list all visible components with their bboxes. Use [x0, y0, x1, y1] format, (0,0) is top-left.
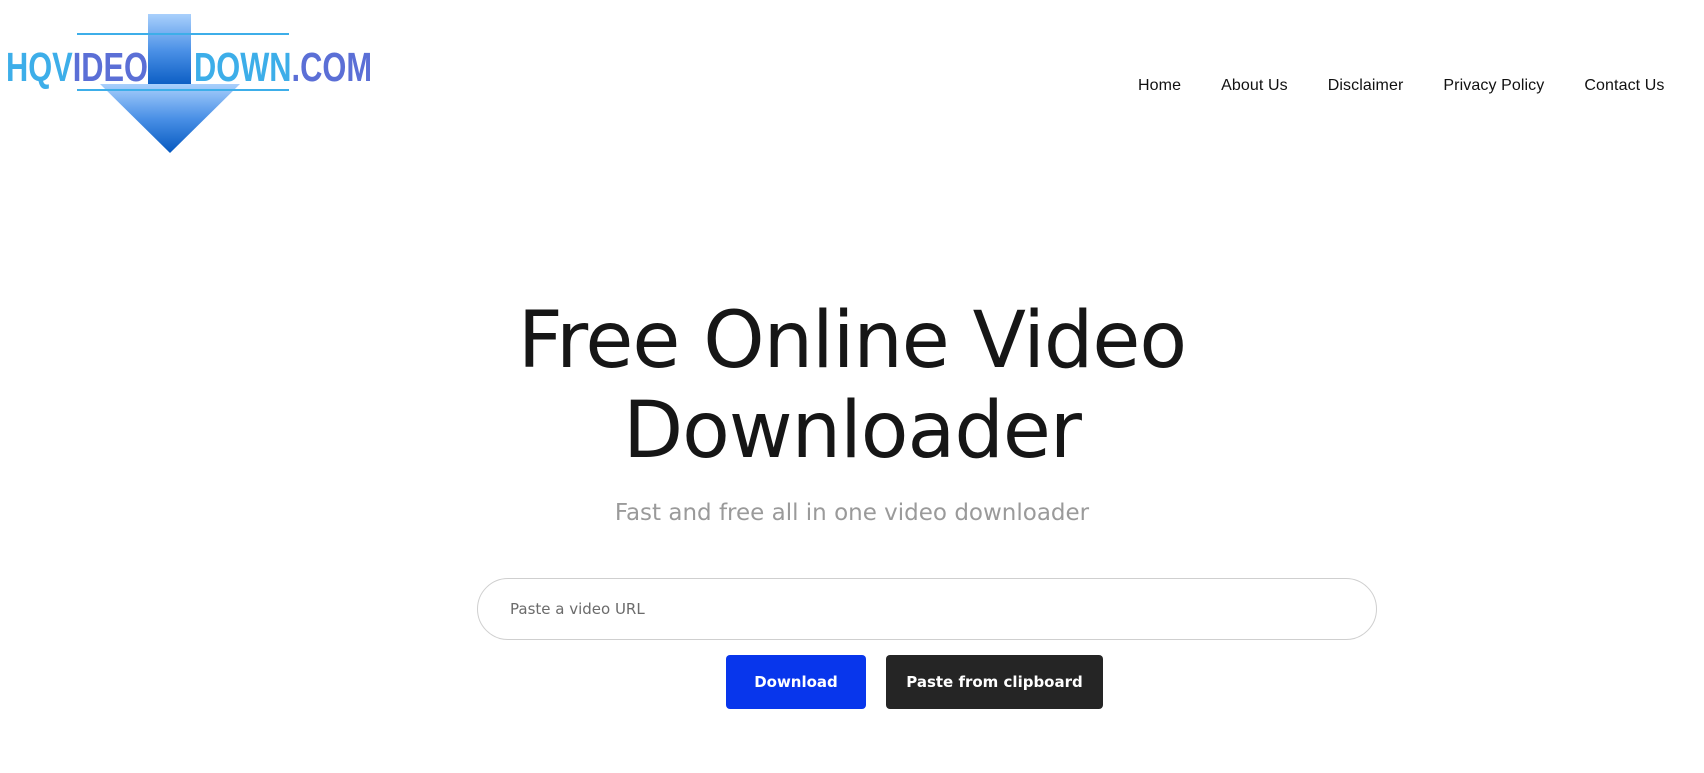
paste-from-clipboard-button[interactable]: Paste from clipboard: [886, 655, 1103, 709]
logo-text-left: HQVIDEO: [6, 44, 148, 90]
nav-home[interactable]: Home: [1138, 77, 1181, 95]
url-input-container: [477, 578, 1377, 640]
download-arrow-icon: HQVIDEO DOWN.COM: [6, 14, 372, 153]
page-subtitle: Fast and free all in one video downloade…: [614, 500, 1090, 526]
nav-contact-us[interactable]: Contact Us: [1584, 77, 1664, 95]
page-title-line-1: Free Online Video: [517, 296, 1187, 386]
hero-section: Free Online Video Downloader Fast and fr…: [0, 296, 1704, 528]
download-button[interactable]: Download: [726, 655, 866, 709]
nav-disclaimer[interactable]: Disclaimer: [1328, 77, 1404, 95]
nav-about-us[interactable]: About Us: [1221, 77, 1288, 95]
page-title: Free Online Video Downloader: [0, 296, 1704, 476]
main-nav: Home About Us Disclaimer Privacy Policy …: [1138, 74, 1665, 98]
video-url-input[interactable]: [478, 579, 1376, 639]
site-logo[interactable]: HQVIDEO DOWN.COM: [0, 12, 380, 160]
page-title-line-2: Downloader: [623, 386, 1082, 476]
nav-privacy-policy[interactable]: Privacy Policy: [1443, 77, 1544, 95]
logo-text-right: DOWN.COM: [194, 44, 372, 90]
